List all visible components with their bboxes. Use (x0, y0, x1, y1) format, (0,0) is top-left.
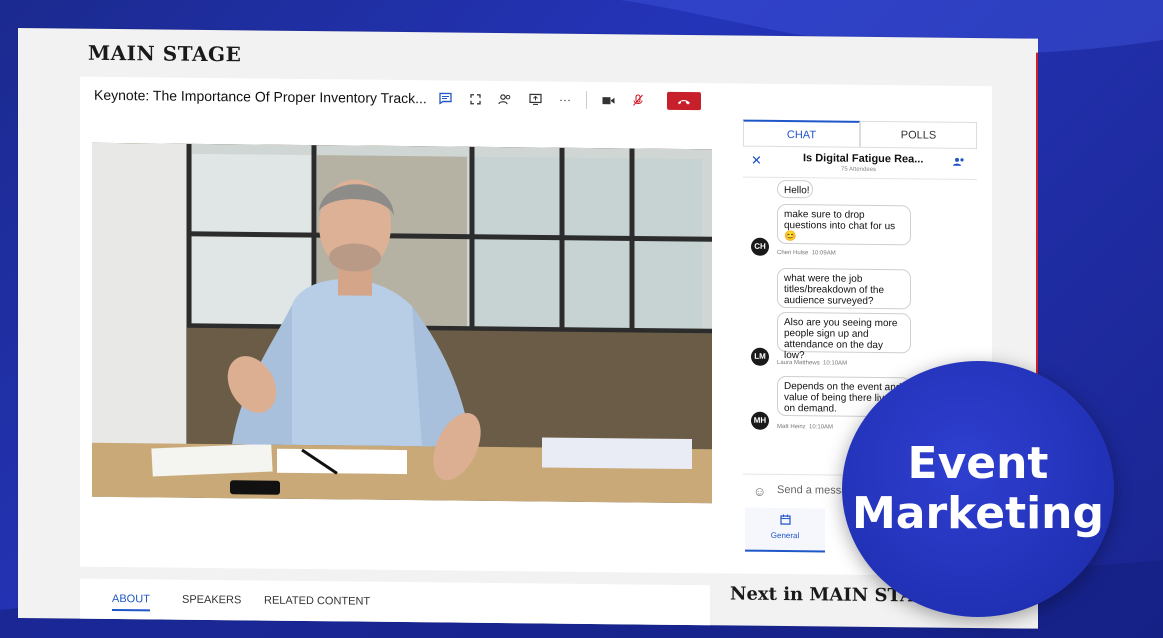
emoji-icon[interactable]: ☺ (753, 484, 766, 499)
people-icon[interactable] (490, 89, 520, 109)
chat-header: ✕ Is Digital Fatigue Rea... 75 Attendees (743, 146, 977, 181)
fullscreen-icon[interactable] (460, 89, 490, 109)
page-title: MAIN STAGE (88, 40, 242, 67)
toolbar-divider (586, 90, 587, 109)
attendee-count: 75 Attendees (841, 166, 877, 173)
red-edge (1036, 52, 1038, 383)
camera-icon[interactable] (593, 90, 623, 110)
sidebar-tabs: CHAT POLLS (743, 119, 977, 150)
chat-icon[interactable] (430, 88, 460, 108)
chat-message: Also are you seeing more people sign up … (777, 311, 911, 361)
chat-room-name: Is Digital Fatigue Rea... (803, 152, 924, 166)
session-toolbar: ··· (430, 88, 701, 111)
close-icon[interactable]: ✕ (751, 153, 762, 169)
tab-about[interactable]: ABOUT (112, 592, 150, 612)
avatar: MH (751, 411, 769, 430)
tab-polls[interactable]: POLLS (860, 120, 977, 149)
more-icon[interactable]: ··· (550, 90, 580, 110)
speaker-video[interactable] (92, 142, 712, 504)
end-call-icon (678, 99, 690, 105)
nav-general-label: General (770, 530, 800, 541)
badge-line-2: Marketing (851, 488, 1105, 539)
mic-muted-icon[interactable] (623, 90, 653, 110)
calendar-icon (745, 514, 825, 529)
tab-chat[interactable]: CHAT (743, 119, 860, 147)
avatar: CH (751, 237, 769, 256)
share-screen-icon[interactable] (520, 89, 550, 109)
tab-related-content[interactable]: RELATED CONTENT (264, 595, 370, 608)
tab-speakers[interactable]: SPEAKERS (182, 594, 241, 607)
nav-general[interactable]: General (745, 507, 825, 553)
message-meta: Matt Heinz 10:10AM (777, 423, 834, 431)
avatar: LM (751, 347, 769, 366)
users-icon[interactable] (952, 157, 965, 170)
message-meta: Laura Matthews 10:10AM (777, 359, 848, 367)
chat-message: what were the job titles/breakdown of th… (777, 267, 911, 310)
lower-tabs-panel: ABOUT SPEAKERS RELATED CONTENT (80, 578, 710, 629)
chat-message: make sure to drop questions into chat fo… (777, 203, 911, 246)
session-title: Keynote: The Importance Of Proper Invent… (94, 86, 427, 107)
message-meta: Cheri Hulse 10:09AM (777, 249, 836, 257)
video-frame (92, 142, 712, 504)
chat-message: Hello! (777, 179, 813, 199)
end-call-button[interactable] (667, 91, 701, 111)
event-marketing-badge: Event Marketing (842, 361, 1114, 617)
badge-line-1: Event (907, 438, 1049, 489)
